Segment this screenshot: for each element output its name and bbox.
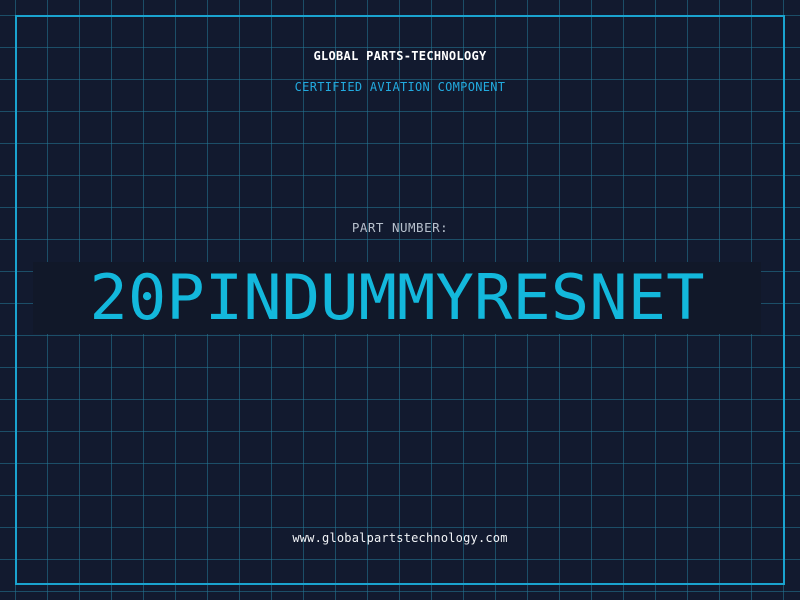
part-number-value: 20PINDUMMYRESNET: [89, 261, 705, 334]
website-url: www.globalpartstechnology.com: [292, 531, 508, 545]
part-number-label: PART NUMBER:: [351, 220, 449, 235]
part-label-card: GLOBAL PARTS-TECHNOLOGY CERTIFIED AVIATI…: [0, 0, 800, 600]
company-name: GLOBAL PARTS-TECHNOLOGY: [313, 49, 487, 63]
certification-subtitle: CERTIFIED AVIATION COMPONENT: [294, 80, 506, 94]
